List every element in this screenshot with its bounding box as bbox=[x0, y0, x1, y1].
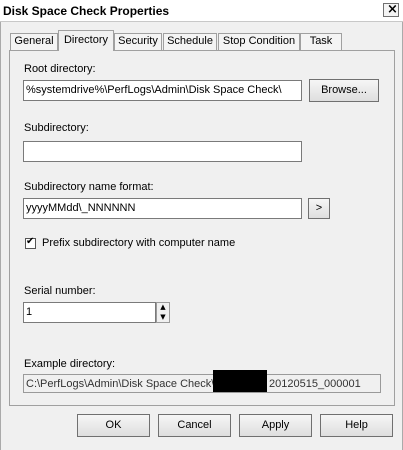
tab-label: Schedule bbox=[167, 35, 213, 47]
tab-label: Stop Condition bbox=[222, 35, 296, 47]
subdirectory-format-label: Subdirectory name format: bbox=[24, 181, 154, 193]
example-directory-label: Example directory: bbox=[24, 358, 116, 370]
tab-task[interactable]: Task bbox=[300, 33, 342, 50]
example-directory-prefix: C:\PerfLogs\Admin\Disk Space Check\ bbox=[26, 378, 215, 390]
browse-button[interactable]: Browse... bbox=[309, 79, 379, 102]
tab-label: Directory bbox=[63, 34, 108, 46]
tab-stop-condition[interactable]: Stop Condition bbox=[218, 33, 300, 50]
spin-down-icon[interactable]: ▼ bbox=[157, 313, 169, 322]
tab-label: General bbox=[14, 35, 54, 47]
subdirectory-input[interactable] bbox=[23, 141, 302, 162]
subdirectory-format-input[interactable]: yyyyMMdd\_NNNNNN bbox=[23, 198, 302, 219]
tab-directory[interactable]: Directory bbox=[58, 30, 114, 51]
directory-panel bbox=[9, 50, 395, 406]
title-bar: Disk Space Check Properties × bbox=[0, 0, 403, 22]
format-menu-button[interactable]: > bbox=[308, 198, 330, 219]
prefix-checkbox-label[interactable]: Prefix subdirectory with computer name bbox=[42, 237, 235, 249]
subdirectory-label: Subdirectory: bbox=[24, 122, 89, 134]
ok-button[interactable]: OK bbox=[77, 414, 150, 437]
example-directory-suffix: 20120515_000001 bbox=[269, 378, 361, 390]
serial-number-spinner[interactable]: ▲ ▼ bbox=[156, 302, 170, 323]
tab-security[interactable]: Security bbox=[114, 33, 162, 50]
close-icon: × bbox=[387, 2, 398, 17]
tab-label: Task bbox=[309, 35, 333, 47]
prefix-checkbox[interactable]: ✔ bbox=[25, 236, 36, 249]
help-button[interactable]: Help bbox=[320, 414, 393, 437]
serial-number-input[interactable]: 1 bbox=[23, 302, 156, 323]
tab-label: Security bbox=[118, 35, 158, 47]
root-directory-input[interactable]: %systemdrive%\PerfLogs\Admin\Disk Space … bbox=[23, 80, 302, 101]
serial-number-label: Serial number: bbox=[24, 285, 96, 297]
example-directory-field: C:\PerfLogs\Admin\Disk Space Check\ 2012… bbox=[23, 374, 381, 393]
apply-button[interactable]: Apply bbox=[239, 414, 312, 437]
tab-general[interactable]: General bbox=[10, 33, 58, 50]
tab-schedule[interactable]: Schedule bbox=[163, 33, 217, 50]
root-directory-label: Root directory: bbox=[24, 63, 96, 75]
spin-up-icon[interactable]: ▲ bbox=[157, 303, 169, 312]
close-button[interactable]: × bbox=[383, 2, 399, 17]
cancel-button[interactable]: Cancel bbox=[158, 414, 231, 437]
window-title: Disk Space Check Properties bbox=[3, 4, 170, 18]
checkmark-icon: ✔ bbox=[26, 236, 35, 247]
redaction-block bbox=[213, 370, 267, 392]
